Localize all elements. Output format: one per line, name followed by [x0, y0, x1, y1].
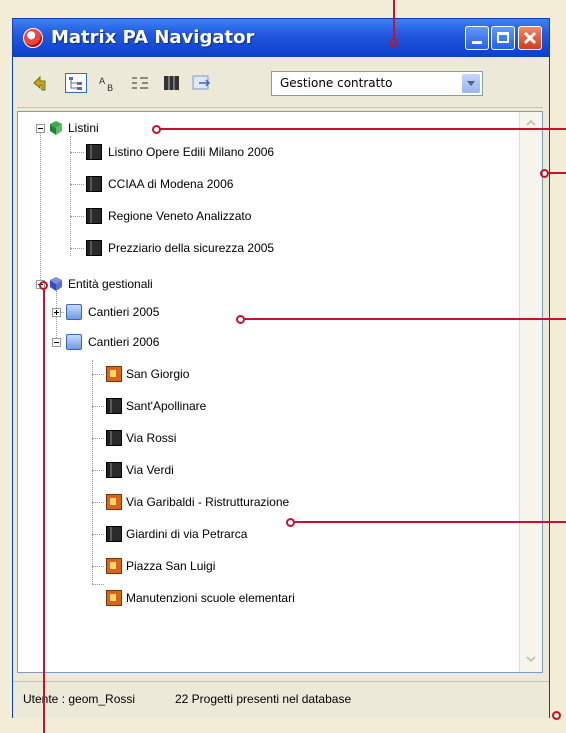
tree-node-project[interactable]: Via Garibaldi - Ristrutturazione [126, 491, 289, 513]
tree-connector [92, 374, 104, 375]
book-icon [86, 208, 102, 224]
callout-dot [39, 281, 48, 290]
callout-dot [552, 711, 561, 720]
close-icon [523, 31, 537, 45]
building-icon [106, 366, 122, 382]
tree-node-listino[interactable]: Regione Veneto Analizzato [108, 205, 251, 227]
tree-connector [92, 566, 104, 567]
tree-connector [70, 216, 84, 217]
list-indent-icon[interactable] [129, 73, 151, 93]
toolbar: A B Gestione contratto [17, 61, 543, 108]
tree-connector [70, 152, 84, 153]
callout-dot [152, 125, 161, 134]
book-icon [86, 240, 102, 256]
tree-connector [92, 406, 104, 407]
callout-line [548, 172, 566, 174]
tree-node-project[interactable]: Sant'Apollinare [126, 395, 206, 417]
tree-connector [92, 438, 104, 439]
tree-node-project[interactable]: Manutenzioni scuole elementari [126, 587, 295, 609]
tree-node-cantieri-2006[interactable]: Cantieri 2006 [88, 331, 159, 353]
tree-connector [92, 584, 104, 585]
close-button[interactable] [518, 26, 542, 50]
callout-line [393, 0, 395, 38]
app-icon [23, 28, 43, 48]
window-title: Matrix PA Navigator [51, 27, 255, 48]
collapse-toggle[interactable] [36, 124, 45, 133]
folder-icon [66, 334, 82, 350]
book-icon [106, 526, 122, 542]
callout-line [244, 318, 566, 320]
maximize-button[interactable] [491, 26, 515, 50]
sort-icon[interactable]: A B [97, 73, 119, 93]
tree-view-icon [69, 77, 82, 90]
maximize-icon [497, 32, 509, 43]
svg-text:A: A [99, 77, 106, 87]
tree-panel[interactable]: Listini Listino Opere Edili Milano 2006 … [17, 111, 543, 673]
callout-dot [286, 518, 295, 527]
minimize-button[interactable] [465, 26, 489, 50]
minimize-icon [472, 41, 482, 44]
tree-connector [70, 248, 84, 249]
tree-connector [70, 184, 84, 185]
tree-node-project[interactable]: Via Verdi [126, 459, 174, 481]
tree-connector [92, 534, 104, 535]
tree-node-project[interactable]: San Giorgio [126, 363, 189, 385]
tree-connector [92, 502, 104, 503]
callout-line [160, 128, 566, 130]
status-bar: Utente : geom_Rossi 22 Progetti presenti… [13, 681, 549, 718]
tree-node-project[interactable]: Via Rossi [126, 427, 176, 449]
tree-view-button[interactable] [65, 73, 87, 93]
tree-node-listino[interactable]: Prezziario della sicurezza 2005 [108, 237, 274, 259]
callout-dot [540, 169, 549, 178]
vertical-scrollbar[interactable] [519, 112, 542, 672]
chevron-down-icon[interactable] [462, 74, 480, 93]
tree-connector [92, 470, 104, 471]
status-projects-count: 22 Progetti presenti nel database [175, 692, 352, 706]
tree-connector [92, 360, 93, 584]
app-window: Matrix PA Navigator A B Gestione contrat… [12, 18, 550, 718]
building-icon [106, 590, 122, 606]
tree-node-cantieri-2005[interactable]: Cantieri 2005 [88, 301, 159, 323]
scroll-down-icon[interactable] [524, 652, 538, 666]
listini-root-icon [50, 121, 62, 135]
export-icon[interactable] [191, 73, 213, 93]
book-icon [106, 398, 122, 414]
tree-node-project[interactable]: Giardini di via Petrarca [126, 523, 247, 545]
title-bar[interactable]: Matrix PA Navigator [13, 19, 549, 57]
callout-line [43, 288, 45, 733]
status-user: Utente : geom_Rossi [23, 692, 136, 706]
callout-line [294, 521, 566, 523]
folder-icon [66, 304, 82, 320]
building-icon [106, 558, 122, 574]
tree-node-listino[interactable]: Listino Opere Edili Milano 2006 [108, 141, 274, 163]
tree-node-entita[interactable]: Entità gestionali [68, 273, 153, 295]
mode-select-value: Gestione contratto [280, 76, 393, 90]
columns-icon[interactable] [161, 73, 183, 93]
collapse-toggle[interactable] [52, 338, 61, 347]
tree-node-listini[interactable]: Listini [68, 117, 99, 139]
book-icon [86, 144, 102, 160]
tree-connector [40, 128, 41, 280]
building-icon [106, 494, 122, 510]
mode-select[interactable]: Gestione contratto [271, 71, 483, 96]
tree-node-project[interactable]: Piazza San Luigi [126, 555, 215, 577]
callout-dot [389, 38, 398, 47]
back-arrow-icon[interactable] [31, 73, 53, 93]
callout-dot [236, 315, 245, 324]
book-icon [106, 430, 122, 446]
svg-text:B: B [107, 84, 113, 93]
book-icon [106, 462, 122, 478]
expand-toggle[interactable] [52, 308, 61, 317]
tree-connector [70, 136, 71, 256]
entita-root-icon [50, 277, 62, 291]
book-icon [86, 176, 102, 192]
tree-node-listino[interactable]: CCIAA di Modena 2006 [108, 173, 233, 195]
